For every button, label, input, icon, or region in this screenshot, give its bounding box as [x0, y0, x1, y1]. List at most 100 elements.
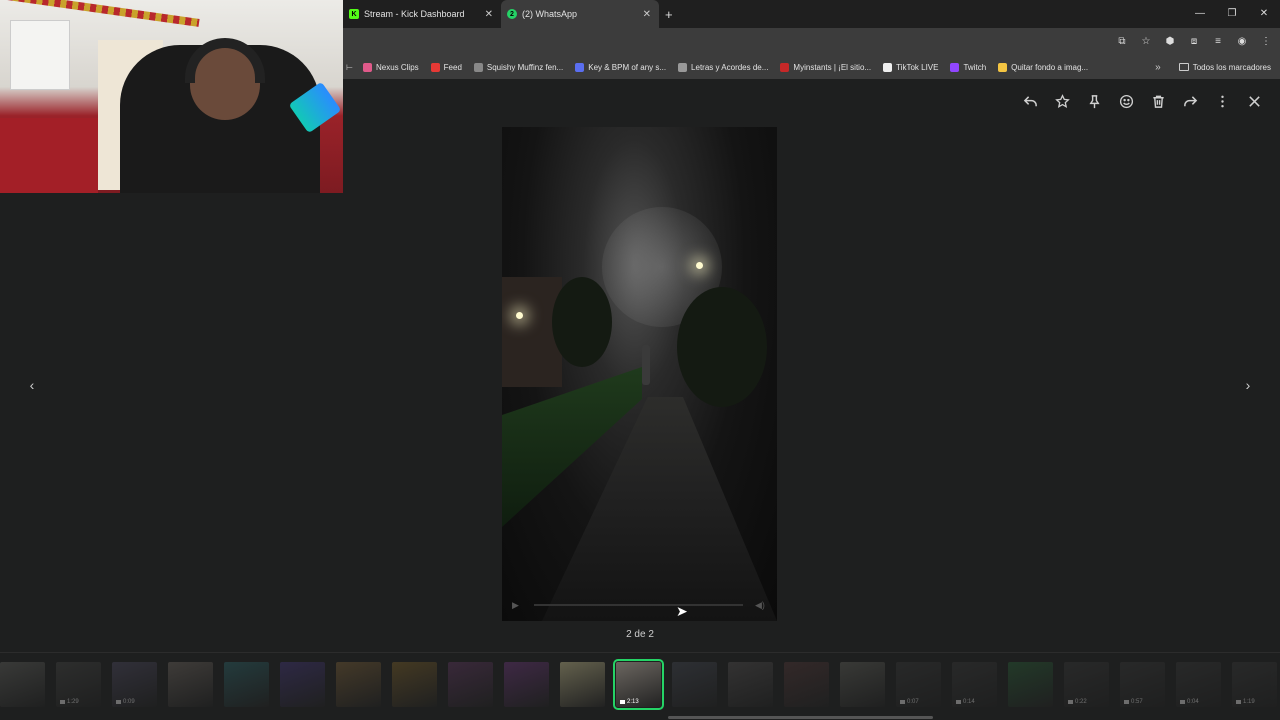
webcam-overlay [0, 0, 343, 193]
duration-label: 0:57 [1131, 699, 1143, 705]
more-bookmarks-button[interactable]: » [1155, 62, 1161, 73]
thumbnail-item[interactable]: 1:19 [1232, 662, 1277, 707]
video-camera-icon [956, 700, 961, 704]
thumbnail-item[interactable]: 0:07 [896, 662, 941, 707]
tab-title: Stream - Kick Dashboard [364, 9, 465, 19]
bookmark-favicon-icon [780, 62, 790, 72]
bookmark-item[interactable]: Nexus Clips [362, 62, 419, 72]
thumbnail-item[interactable]: 0:22 [1064, 662, 1109, 707]
bookmark-item[interactable]: Myinstants | ¡El sitio... [780, 62, 872, 72]
video-camera-icon [60, 700, 65, 704]
video-duration: 0:09 [116, 699, 135, 705]
extensions-puzzle-icon[interactable]: ⧈ [1188, 35, 1200, 47]
thumbnail-item[interactable] [728, 662, 773, 707]
close-icon[interactable] [1244, 91, 1264, 111]
bookmark-item[interactable]: Squishy Muffinz fen... [473, 62, 564, 72]
bookmark-favicon-icon [950, 62, 960, 72]
thumbnail-selected[interactable]: 2:13 [613, 659, 664, 710]
thumbnail-item[interactable] [448, 662, 493, 707]
bookmark-folder-icon[interactable]: ⊢ [346, 63, 353, 72]
all-bookmarks-label: Todos los marcadores [1192, 62, 1271, 72]
video-duration: 2:13 [620, 699, 639, 705]
bookmark-label: Quitar fondo a imag... [1011, 62, 1089, 72]
bookmark-item[interactable]: TikTok LIVE [883, 62, 939, 72]
bookmark-label: Squishy Muffinz fen... [486, 62, 564, 72]
install-app-icon[interactable]: ⧉ [1116, 35, 1128, 47]
new-tab-button[interactable]: + [665, 7, 673, 22]
video-camera-icon [1180, 700, 1185, 704]
bookmark-item[interactable]: Letras y Acordes de... [678, 62, 768, 72]
duration-label: 1:19 [1243, 699, 1255, 705]
thumbnail-item[interactable]: 0:14 [952, 662, 997, 707]
thumbnail-item[interactable] [840, 662, 885, 707]
close-tab-icon[interactable]: ✕ [485, 9, 493, 20]
bookmark-item[interactable]: Key & BPM of any s... [575, 62, 666, 72]
thumbnail-item[interactable] [672, 662, 717, 707]
bookmark-label: Nexus Clips [375, 62, 419, 72]
tab-whatsapp[interactable]: 2 (2) WhatsApp ✕ [501, 0, 659, 28]
bookmark-item[interactable]: Quitar fondo a imag... [998, 62, 1089, 72]
thumbnail-item[interactable] [336, 662, 381, 707]
address-bar-row: ⧉ ☆ ⬢ ⧈ ≡ ◉ ⋮ [343, 28, 1280, 55]
media-control-icon[interactable]: ≡ [1212, 35, 1224, 47]
restore-icon[interactable]: ❐ [1216, 0, 1248, 28]
thumbnail-item[interactable] [504, 662, 549, 707]
video-camera-icon [620, 700, 625, 704]
video-duration: 0:07 [900, 699, 919, 705]
close-tab-icon[interactable]: ✕ [643, 9, 651, 20]
thumbnail-item[interactable]: 0:04 [1176, 662, 1221, 707]
bookmark-favicon-icon [883, 62, 893, 72]
kick-icon: K [349, 9, 359, 19]
delete-icon[interactable] [1148, 91, 1168, 111]
thumbnail-item[interactable] [0, 662, 45, 707]
emoji-icon[interactable] [1116, 91, 1136, 111]
media-counter: 2 de 2 [626, 629, 654, 640]
bookmark-favicon-icon [998, 62, 1008, 72]
thumbnail-item[interactable]: 0:09 [112, 662, 157, 707]
pin-icon[interactable] [1084, 91, 1104, 111]
extension-icon[interactable]: ⬢ [1164, 35, 1176, 47]
video-camera-icon [1068, 700, 1073, 704]
star-icon[interactable] [1052, 91, 1072, 111]
forward-icon[interactable] [1180, 91, 1200, 111]
more-icon[interactable] [1212, 91, 1232, 111]
video-player[interactable]: ▶ ◀) [502, 127, 777, 621]
play-icon[interactable]: ▶ [512, 600, 522, 610]
video-camera-icon [116, 700, 121, 704]
volume-icon[interactable]: ◀) [755, 600, 767, 610]
thumbnail-item[interactable] [280, 662, 325, 707]
minimize-icon[interactable]: — [1184, 0, 1216, 28]
duration-label: 2:13 [627, 699, 639, 705]
tab-kick-dashboard[interactable]: K Stream - Kick Dashboard ✕ [343, 0, 501, 28]
bookmark-item[interactable]: Feed [430, 62, 462, 72]
thumbnail-item[interactable] [560, 662, 605, 707]
video-seek-bar[interactable] [534, 604, 743, 606]
thumbnail-item[interactable] [168, 662, 213, 707]
bookmark-favicon-icon [362, 62, 372, 72]
thumbnail-item[interactable] [224, 662, 269, 707]
thumbnail-item[interactable] [784, 662, 829, 707]
next-media-button[interactable]: › [1238, 375, 1258, 395]
bookmark-label: Myinstants | ¡El sitio... [793, 62, 872, 72]
duration-label: 0:09 [123, 699, 135, 705]
bookmark-item[interactable]: Twitch [950, 62, 986, 72]
thumbnail-item[interactable] [1008, 662, 1053, 707]
thumbnail-item[interactable]: 0:57 [1120, 662, 1165, 707]
browser-menu-icon[interactable]: ⋮ [1260, 35, 1272, 47]
viewer-toolbar [1020, 91, 1264, 111]
video-duration: 0:14 [956, 699, 975, 705]
video-duration: 0:22 [1068, 699, 1087, 705]
thumbnail-item[interactable]: 1:29 [56, 662, 101, 707]
bookmark-label: Feed [443, 62, 462, 72]
bookmark-star-icon[interactable]: ☆ [1140, 35, 1152, 47]
reply-icon[interactable] [1020, 91, 1040, 111]
bookmark-label: TikTok LIVE [896, 62, 939, 72]
bookmark-favicon-icon [473, 62, 483, 72]
thumbnail-scrollbar[interactable] [668, 716, 933, 719]
thumbnail-item[interactable] [392, 662, 437, 707]
duration-label: 0:14 [963, 699, 975, 705]
window-close-icon[interactable]: ✕ [1248, 0, 1280, 28]
profile-avatar[interactable]: ◉ [1236, 35, 1248, 47]
previous-media-button[interactable]: ‹ [22, 375, 42, 395]
all-bookmarks-button[interactable]: Todos los marcadores [1178, 62, 1271, 72]
